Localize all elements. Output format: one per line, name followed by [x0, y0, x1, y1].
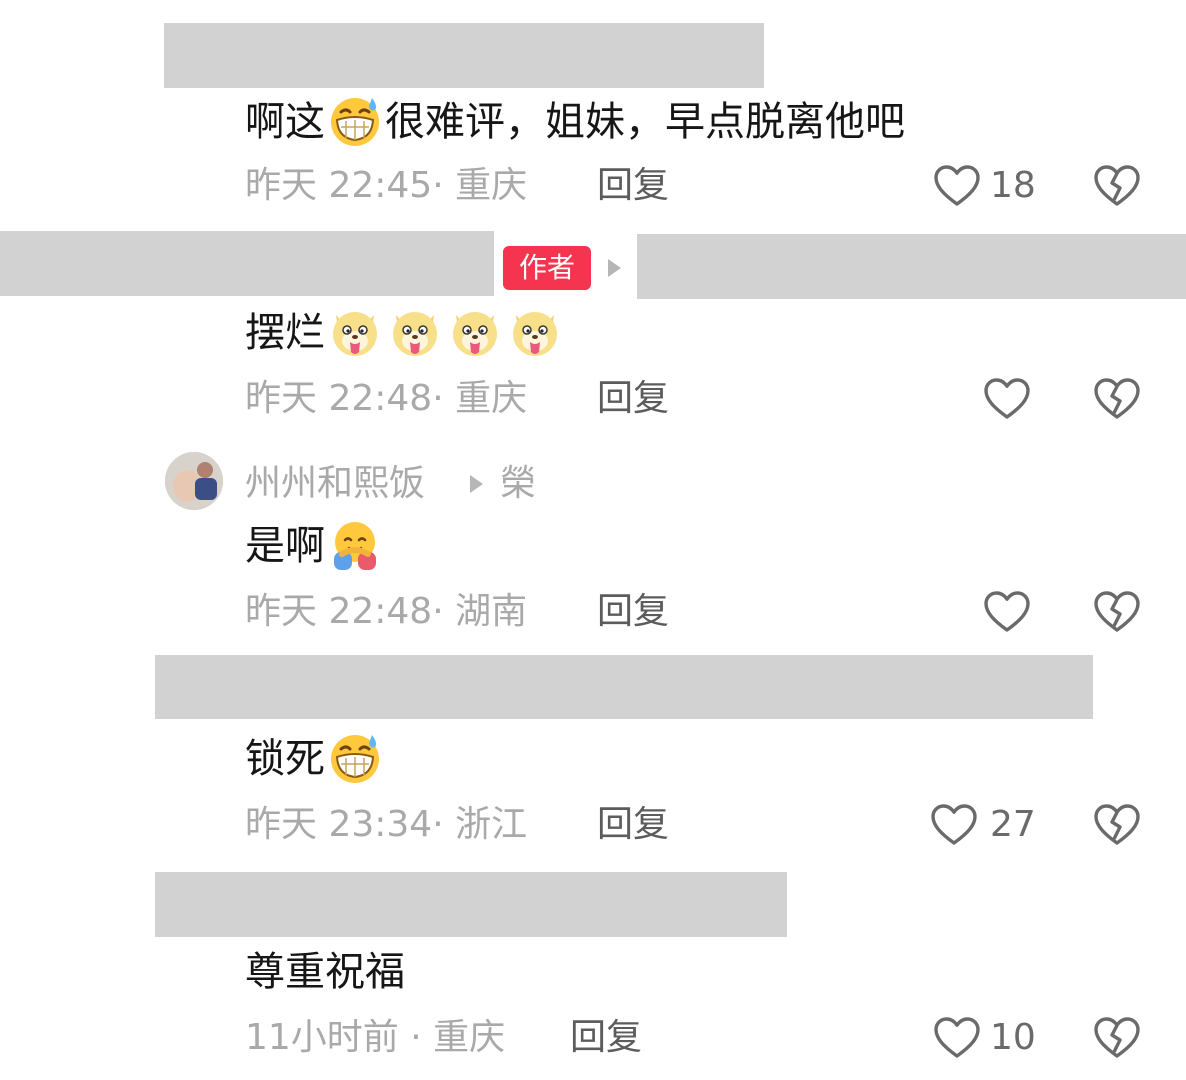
dislike-broken-heart-icon[interactable]: [1093, 590, 1141, 634]
dislike-broken-heart-icon[interactable]: [1093, 164, 1141, 208]
comment-text-part: 很难评，姐妹，早点脱离他吧: [385, 99, 905, 145]
avatar[interactable]: [165, 452, 223, 510]
like-heart-icon[interactable]: [983, 377, 1031, 421]
comment-meta: 11小时前 · 重庆: [245, 1017, 506, 1058]
reply-target-username[interactable]: 榮: [500, 462, 536, 506]
redacted-username-4: [155, 655, 1093, 719]
grinning-sweat-emoji: [328, 731, 382, 785]
comment-text-part: 啊这: [245, 99, 325, 145]
dislike-broken-heart-icon[interactable]: [1093, 803, 1141, 847]
doge-tongue-emoji: [388, 305, 442, 359]
comment-meta: 昨天 22:48· 湖南: [245, 591, 528, 632]
like-count: 10: [990, 1017, 1036, 1058]
comment-meta: 昨天 22:48· 重庆: [245, 378, 528, 419]
redacted-username-2: [0, 231, 494, 296]
comment-text-part: 摆烂: [245, 310, 325, 356]
reply-arrow-icon: [608, 259, 621, 277]
like-heart-icon[interactable]: [933, 164, 981, 208]
comment-username[interactable]: 州州和熙饭: [245, 462, 425, 506]
reply-button[interactable]: 回复: [597, 803, 669, 847]
comment-text: 是啊: [245, 518, 385, 575]
hug-emoji: [328, 518, 382, 572]
like-heart-icon[interactable]: [930, 803, 978, 847]
doge-tongue-emoji: [448, 305, 502, 359]
comment-text-part: 是啊: [245, 523, 325, 569]
like-count: 27: [990, 804, 1036, 845]
author-badge: 作者: [503, 246, 591, 290]
comment-text: 摆烂: [245, 305, 565, 362]
redacted-username-1: [164, 23, 764, 88]
reply-arrow-icon: [470, 475, 483, 493]
like-heart-icon[interactable]: [983, 590, 1031, 634]
like-count: 18: [990, 165, 1036, 206]
comment-text-part: 锁死: [245, 736, 325, 782]
like-heart-icon[interactable]: [933, 1016, 981, 1060]
reply-button[interactable]: 回复: [597, 377, 669, 421]
comment-text: 尊重祝福: [245, 949, 405, 995]
comment-text: 锁死: [245, 731, 385, 788]
grinning-sweat-emoji: [328, 94, 382, 148]
dislike-broken-heart-icon[interactable]: [1093, 1016, 1141, 1060]
comment-text: 啊这 很难评，姐妹，早点脱离他吧: [245, 94, 905, 151]
reply-button[interactable]: 回复: [570, 1016, 642, 1060]
redacted-username-5: [155, 872, 787, 937]
redacted-reply-target-2: [637, 234, 1186, 299]
comment-meta: 昨天 22:45· 重庆: [245, 165, 528, 206]
doge-tongue-emoji: [508, 305, 562, 359]
reply-button[interactable]: 回复: [597, 164, 669, 208]
dislike-broken-heart-icon[interactable]: [1093, 377, 1141, 421]
comment-meta: 昨天 23:34· 浙江: [245, 804, 528, 845]
doge-tongue-emoji: [328, 305, 382, 359]
reply-button[interactable]: 回复: [597, 590, 669, 634]
